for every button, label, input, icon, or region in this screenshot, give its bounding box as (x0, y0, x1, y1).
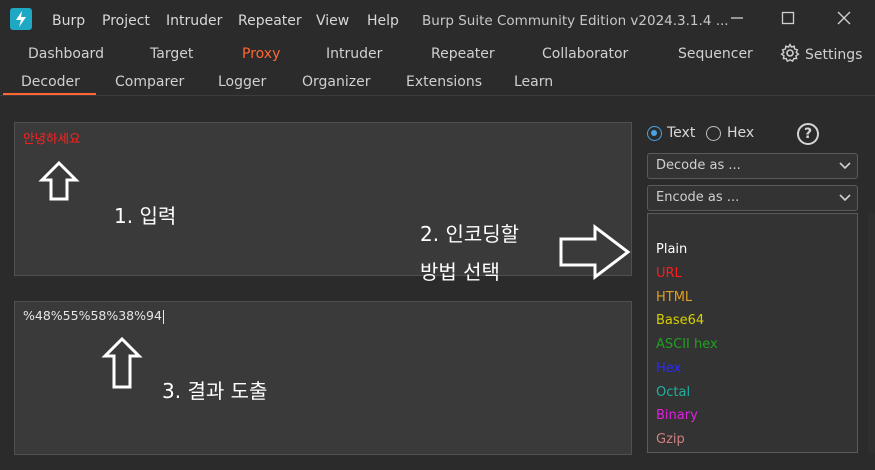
encode-as-label: Encode as ... (656, 190, 740, 205)
option-html[interactable]: HTML (656, 290, 692, 305)
decoder-input-text[interactable]: 안녕하세요 (23, 128, 81, 147)
menu-help[interactable]: Help (367, 13, 399, 29)
annotation-step1: 1. 입력 (114, 204, 177, 228)
tabs-divider (0, 95, 875, 96)
option-binary[interactable]: Binary (656, 408, 698, 423)
tab-target[interactable]: Target (150, 46, 193, 62)
menu-view[interactable]: View (316, 13, 349, 29)
menu-burp[interactable]: Burp (52, 13, 85, 29)
minimize-icon[interactable] (723, 8, 751, 32)
annotation-step2-line1: 2. 인코딩할 (420, 222, 520, 246)
menu-repeater[interactable]: Repeater (238, 13, 302, 29)
text-radio[interactable] (647, 126, 662, 141)
tab-logger[interactable]: Logger (218, 74, 266, 90)
option-plain[interactable]: Plain (656, 242, 687, 257)
option-octal[interactable]: Octal (656, 385, 690, 400)
tab-intruder[interactable]: Intruder (326, 46, 382, 62)
tab-proxy[interactable]: Proxy (242, 46, 280, 62)
option-ascii-hex[interactable]: ASCII hex (656, 337, 718, 352)
hex-radio-label[interactable]: Hex (727, 125, 754, 141)
encode-options-list: Plain URL HTML Base64 ASCII hex Hex Octa… (647, 213, 858, 453)
decoder-output-text[interactable]: %48%55%58%38%94 (23, 308, 164, 324)
tab-extensions[interactable]: Extensions (406, 74, 482, 90)
chevron-down-icon (839, 194, 851, 202)
tab-comparer[interactable]: Comparer (115, 74, 184, 90)
up-arrow-icon (38, 160, 80, 201)
menu-intruder[interactable]: Intruder (166, 13, 222, 29)
decoder-input-panel[interactable]: 안녕하세요 (14, 122, 632, 276)
tab-organizer[interactable]: Organizer (302, 74, 370, 90)
settings-button[interactable]: Settings (780, 43, 863, 67)
up-arrow-icon (101, 336, 143, 389)
menu-project[interactable]: Project (102, 13, 150, 29)
decode-as-label: Decode as ... (656, 158, 741, 173)
chevron-down-icon (839, 162, 851, 170)
tab-learn[interactable]: Learn (514, 74, 553, 90)
encode-as-dropdown[interactable]: Encode as ... (647, 185, 858, 211)
option-hex[interactable]: Hex (656, 361, 681, 376)
close-icon[interactable] (830, 8, 858, 32)
hex-radio[interactable] (706, 126, 721, 141)
burp-logo-icon (10, 8, 32, 30)
right-arrow-icon (559, 224, 631, 280)
text-radio-label[interactable]: Text (667, 125, 695, 141)
option-gzip[interactable]: Gzip (656, 432, 685, 447)
tab-collaborator[interactable]: Collaborator (542, 46, 628, 62)
maximize-icon[interactable] (774, 8, 802, 32)
settings-label: Settings (805, 47, 863, 63)
annotation-step3: 3. 결과 도출 (162, 379, 268, 403)
sidebar-scrollbar[interactable] (868, 213, 875, 453)
title-bar: Burp Project Intruder Repeater View Help… (0, 0, 875, 40)
annotation-step2-line2: 방법 선택 (420, 260, 500, 284)
tab-repeater[interactable]: Repeater (431, 46, 495, 62)
text-caret (162, 309, 164, 324)
gear-icon (780, 43, 800, 67)
decode-as-dropdown[interactable]: Decode as ... (647, 153, 858, 179)
window-title: Burp Suite Community Edition v2024.3.1.4… (422, 13, 729, 29)
help-icon[interactable]: ? (797, 123, 819, 145)
option-base64[interactable]: Base64 (656, 313, 704, 328)
tab-dashboard[interactable]: Dashboard (28, 46, 104, 62)
option-url[interactable]: URL (656, 266, 682, 281)
tab-decoder[interactable]: Decoder (21, 74, 80, 90)
tab-sequencer[interactable]: Sequencer (678, 46, 753, 62)
